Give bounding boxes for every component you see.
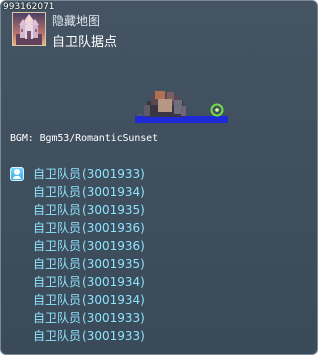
green-portal-icon[interactable] — [210, 103, 224, 117]
npc-id: (3001936) — [82, 239, 145, 253]
npc-list-item-4[interactable]: 自卫队员(3001936) — [9, 219, 145, 237]
npc-name: 自卫队员 — [33, 167, 82, 181]
npc-list-item-1[interactable]: 自卫队员(3001933) — [9, 165, 145, 183]
npc-name: 自卫队员 — [33, 185, 82, 199]
npc-id: (3001934) — [82, 293, 145, 307]
npc-name: 自卫队员 — [33, 203, 82, 217]
minimap-preview — [133, 86, 229, 128]
map-id-label: 993162071 — [3, 2, 55, 12]
map-name: 自卫队据点 — [52, 35, 118, 50]
npc-name: 自卫队员 — [33, 257, 82, 271]
npc-name: 自卫队员 — [33, 239, 82, 253]
npc-list-item-8[interactable]: 自卫队员(3001934) — [9, 291, 145, 309]
npc-id: (3001935) — [82, 257, 145, 271]
npc-id: (3001933) — [82, 311, 145, 325]
npc-id: (3001934) — [82, 275, 145, 289]
bgm-label: BGM: Bgm53/RomanticSunset — [10, 133, 159, 144]
npc-list-item-2[interactable]: 自卫队员(3001934) — [9, 183, 145, 201]
npc-id: (3001935) — [82, 203, 145, 217]
castle-thumbnail-icon — [12, 12, 46, 46]
npc-id: (3001934) — [82, 185, 145, 199]
npc-id: (3001933) — [82, 167, 145, 181]
map-info-panel: 993162071 隐藏地图 自卫队据点 BGM: Bgm53/Romantic… — [0, 0, 318, 355]
npc-name: 自卫队员 — [33, 221, 82, 235]
npc-list-item-10[interactable]: 自卫队员(3001933) — [9, 327, 145, 345]
npc-list-item-9[interactable]: 自卫队员(3001933) — [9, 309, 145, 327]
npc-list-item-6[interactable]: 自卫队员(3001935) — [9, 255, 145, 273]
npc-name: 自卫队员 — [33, 311, 82, 325]
npc-id: (3001936) — [82, 221, 145, 235]
hidden-map-label: 隐藏地图 — [52, 14, 101, 28]
npc-person-icon — [10, 167, 24, 181]
npc-list-item-3[interactable]: 自卫队员(3001935) — [9, 201, 145, 219]
npc-list: 自卫队员(3001933) 自卫队员(3001934) 自卫队员(3001935… — [9, 165, 145, 345]
npc-id: (3001933) — [82, 329, 145, 343]
npc-name: 自卫队员 — [33, 275, 82, 289]
npc-name: 自卫队员 — [33, 329, 82, 343]
npc-list-item-7[interactable]: 自卫队员(3001934) — [9, 273, 145, 291]
npc-name: 自卫队员 — [33, 293, 82, 307]
npc-list-item-5[interactable]: 自卫队员(3001936) — [9, 237, 145, 255]
